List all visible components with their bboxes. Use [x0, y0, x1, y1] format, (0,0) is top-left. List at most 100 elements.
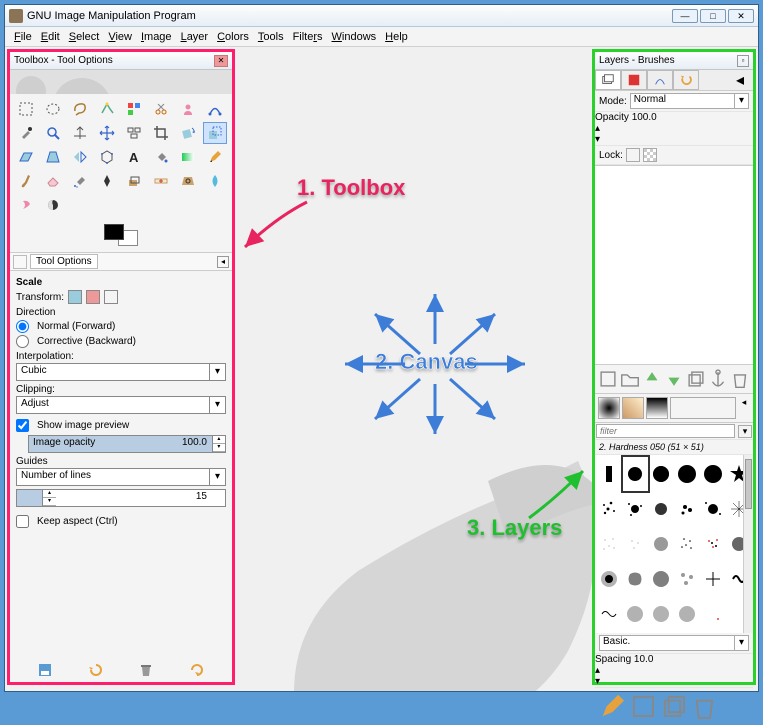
mode-combo[interactable]: Normal▾: [630, 93, 749, 109]
brush-item[interactable]: [700, 492, 725, 526]
brush-scrollbar[interactable]: [743, 455, 753, 633]
menu-layer[interactable]: Layer: [178, 30, 212, 44]
by-color-select-tool[interactable]: [122, 98, 146, 120]
cage-tool[interactable]: [95, 146, 119, 168]
clipping-combo[interactable]: Adjust▾: [16, 396, 226, 414]
brush-item[interactable]: [597, 527, 622, 561]
image-opacity-slider[interactable]: Image opacity 100.0 ▴▾: [28, 435, 226, 453]
channels-tab[interactable]: [621, 70, 647, 90]
brush-item[interactable]: [597, 562, 622, 596]
ellipse-select-tool[interactable]: [41, 98, 65, 120]
brush-item[interactable]: [675, 527, 700, 561]
layers-dock-icon[interactable]: ▫: [737, 55, 749, 67]
menu-view[interactable]: View: [105, 30, 135, 44]
layer-list[interactable]: [595, 165, 753, 365]
menu-edit[interactable]: Edit: [38, 30, 63, 44]
move-tool[interactable]: [95, 122, 119, 144]
blend-tool[interactable]: [176, 146, 200, 168]
undo-tab[interactable]: [673, 70, 699, 90]
paintbrush-tool[interactable]: [14, 170, 38, 192]
menu-colors[interactable]: Colors: [214, 30, 252, 44]
measure-tool[interactable]: [68, 122, 92, 144]
heal-tool[interactable]: [149, 170, 173, 192]
brush-tab-menu-icon[interactable]: ◂: [738, 397, 750, 419]
smudge-tool[interactable]: [14, 194, 38, 216]
menu-windows[interactable]: Windows: [329, 30, 380, 44]
rect-select-tool[interactable]: [14, 98, 38, 120]
tab-menu-icon[interactable]: ◂: [217, 256, 229, 268]
fg-color[interactable]: [104, 224, 124, 240]
menu-tools[interactable]: Tools: [255, 30, 287, 44]
keep-aspect-checkbox[interactable]: [16, 515, 29, 528]
rotate-tool[interactable]: [176, 122, 200, 144]
text-tool[interactable]: A: [122, 146, 146, 168]
brush-item[interactable]: [623, 527, 648, 561]
menu-file[interactable]: File: [11, 30, 35, 44]
gradients-tab[interactable]: [646, 397, 668, 419]
guides-count-slider[interactable]: 15 ▴▾: [16, 489, 226, 507]
ink-tool[interactable]: [95, 170, 119, 192]
scissors-tool[interactable]: [149, 98, 173, 120]
brush-item[interactable]: [700, 457, 725, 491]
brush-item[interactable]: [597, 457, 622, 491]
transform-selection-icon[interactable]: [86, 290, 100, 304]
perspective-clone-tool[interactable]: [176, 170, 200, 192]
clone-tool[interactable]: [122, 170, 146, 192]
brush-item[interactable]: [649, 492, 674, 526]
patterns-tab[interactable]: [622, 397, 644, 419]
flip-tool[interactable]: [68, 146, 92, 168]
fuzzy-select-tool[interactable]: [95, 98, 119, 120]
brush-item[interactable]: [623, 597, 648, 631]
toolbox-close-icon[interactable]: ✕: [214, 55, 228, 67]
interpolation-combo[interactable]: Cubic▾: [16, 363, 226, 381]
menu-image[interactable]: Image: [138, 30, 175, 44]
brush-item[interactable]: [675, 457, 700, 491]
direction-corrective-radio[interactable]: [16, 335, 29, 348]
brush-item[interactable]: [649, 562, 674, 596]
raise-layer-icon[interactable]: [641, 368, 663, 390]
layers-tab[interactable]: [595, 70, 621, 90]
brush-item[interactable]: [597, 597, 622, 631]
align-tool[interactable]: [122, 122, 146, 144]
tool-options-tab[interactable]: Tool Options: [30, 254, 98, 269]
bucket-fill-tool[interactable]: [149, 146, 173, 168]
crop-tool[interactable]: [149, 122, 173, 144]
brush-item[interactable]: [597, 492, 622, 526]
guides-combo[interactable]: Number of lines▾: [16, 468, 226, 486]
save-options-icon[interactable]: [37, 662, 53, 678]
color-picker-tool[interactable]: [14, 122, 38, 144]
direction-normal-radio[interactable]: [16, 320, 29, 333]
close-button[interactable]: ✕: [728, 9, 754, 23]
spacing-slider[interactable]: Spacing 10.0 ▴▾: [595, 654, 753, 687]
lock-pixels-icon[interactable]: [626, 148, 640, 162]
lock-alpha-icon[interactable]: [643, 148, 657, 162]
brush-item[interactable]: [623, 562, 648, 596]
brush-item[interactable]: [649, 527, 674, 561]
dodge-burn-tool[interactable]: [41, 194, 65, 216]
color-swatch[interactable]: [10, 220, 232, 252]
paths-tool[interactable]: [203, 98, 227, 120]
menu-help[interactable]: Help: [382, 30, 411, 44]
brush-item[interactable]: [623, 457, 648, 491]
brush-grid[interactable]: [595, 455, 753, 633]
brush-item[interactable]: [675, 597, 700, 631]
brush-item[interactable]: [675, 562, 700, 596]
shear-tool[interactable]: [14, 146, 38, 168]
layer-group-icon[interactable]: [619, 368, 641, 390]
anchor-layer-icon[interactable]: [707, 368, 729, 390]
brush-item[interactable]: [623, 492, 648, 526]
zoom-tool[interactable]: [41, 122, 65, 144]
brush-item[interactable]: [649, 597, 674, 631]
delete-options-icon[interactable]: [138, 662, 154, 678]
maximize-button[interactable]: □: [700, 9, 726, 23]
duplicate-layer-icon[interactable]: [685, 368, 707, 390]
brush-item[interactable]: [700, 562, 725, 596]
foreground-select-tool[interactable]: [176, 98, 200, 120]
reset-options-icon[interactable]: [189, 662, 205, 678]
new-layer-icon[interactable]: [597, 368, 619, 390]
layers-tab-menu-icon[interactable]: ◂: [727, 70, 753, 90]
transform-path-icon[interactable]: [104, 290, 118, 304]
menu-select[interactable]: Select: [66, 30, 103, 44]
airbrush-tool[interactable]: [68, 170, 92, 192]
perspective-tool[interactable]: [41, 146, 65, 168]
